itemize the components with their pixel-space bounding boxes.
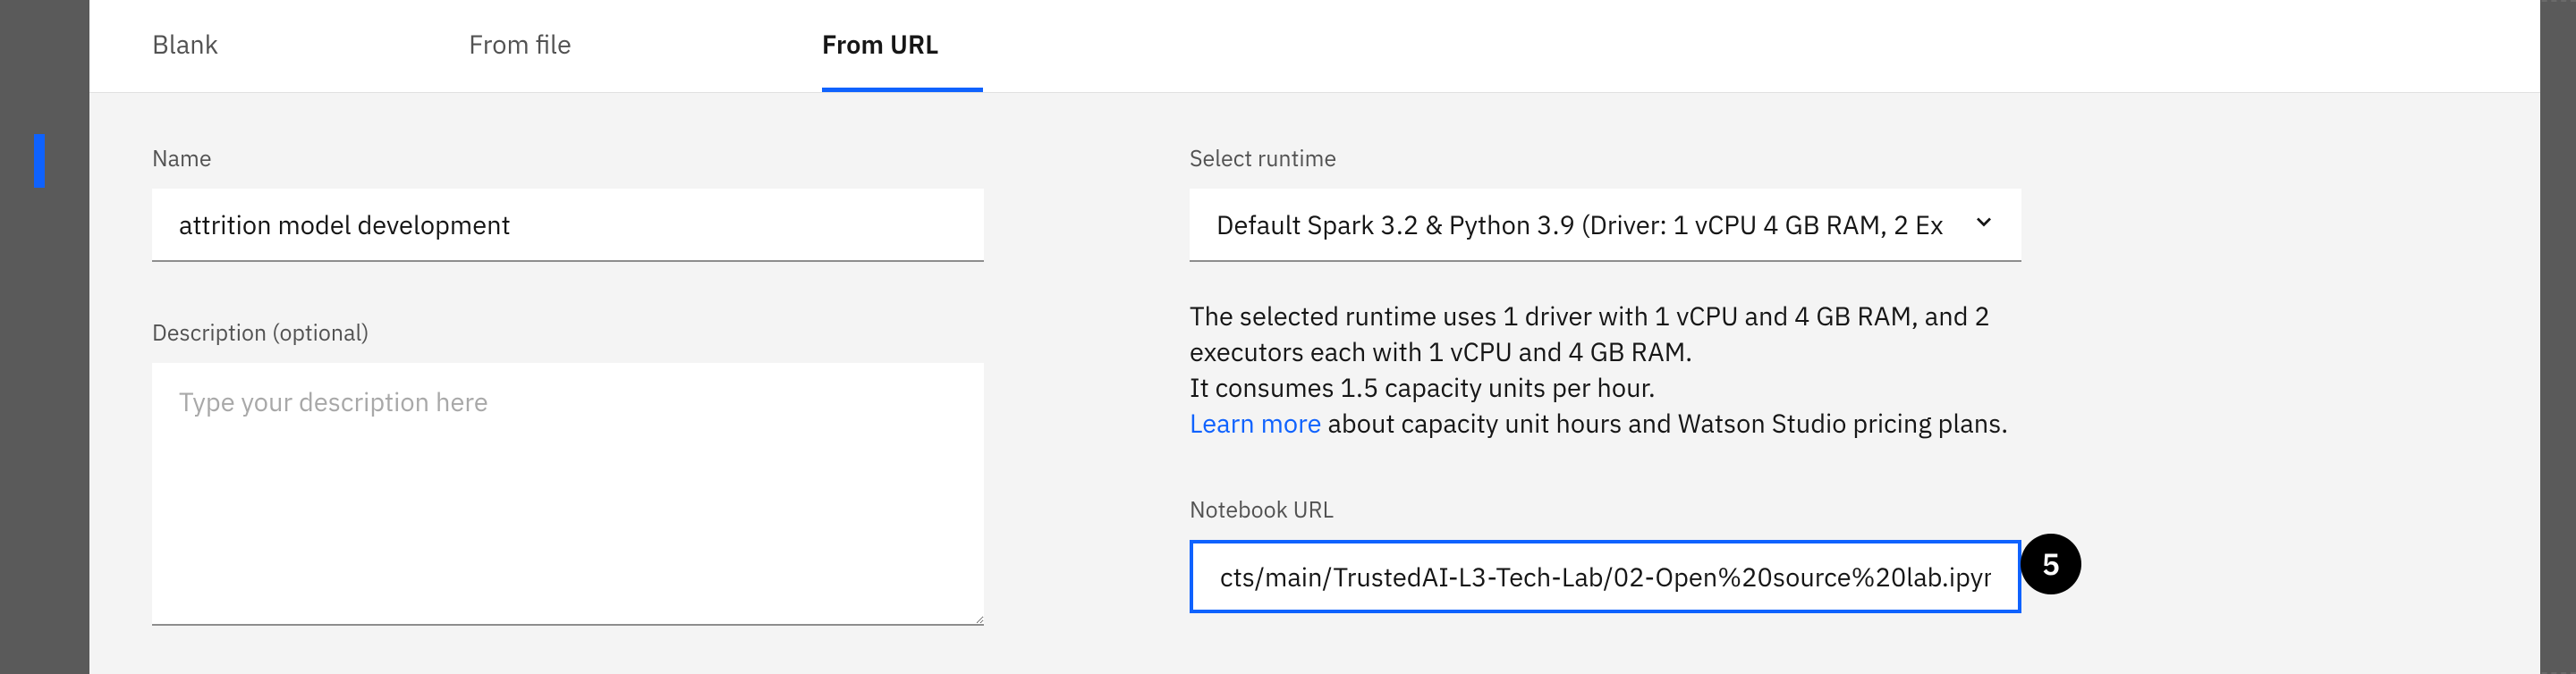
runtime-desc-line1: The selected runtime uses 1 driver with … [1190, 299, 1990, 368]
runtime-select-value: Default Spark 3.2 & Python 3.9 (Driver: … [1216, 207, 1944, 241]
tab-from-file[interactable]: From file [469, 0, 616, 92]
sidebar-active-indicator [34, 134, 45, 188]
right-column: Select runtime Default Spark 3.2 & Pytho… [1190, 143, 2021, 674]
form-body: Name Description (optional) Select runti… [89, 93, 2540, 674]
chevron-down-icon [1971, 207, 1996, 241]
tab-blank-label: Blank [152, 27, 218, 61]
source-tabs: Blank From file From URL [89, 0, 2540, 93]
left-column: Name Description (optional) [152, 143, 984, 674]
name-input[interactable] [152, 189, 984, 262]
notebook-url-input[interactable] [1190, 540, 2021, 613]
learn-more-rest: about capacity unit hours and Watson Stu… [1322, 406, 2009, 440]
learn-more-link[interactable]: Learn more [1190, 406, 1322, 440]
runtime-description: The selected runtime uses 1 driver with … [1190, 298, 2021, 441]
tab-from-file-label: From file [469, 27, 572, 61]
tab-from-url[interactable]: From URL [822, 0, 983, 92]
description-textarea[interactable] [152, 363, 984, 626]
new-notebook-modal: Blank From file From URL Name Descriptio… [89, 0, 2540, 674]
description-label: Description (optional) [152, 317, 984, 347]
runtime-desc-line2: It consumes 1.5 capacity units per hour. [1190, 370, 1656, 404]
notebook-url-group: Notebook URL 5 [1190, 494, 2021, 613]
notebook-url-label: Notebook URL [1190, 494, 2021, 524]
step-badge-5: 5 [2021, 534, 2081, 594]
tab-from-url-label: From URL [822, 27, 938, 61]
runtime-label: Select runtime [1190, 143, 2021, 173]
runtime-select[interactable]: Default Spark 3.2 & Python 3.9 (Driver: … [1190, 189, 2021, 262]
name-label: Name [152, 143, 984, 173]
tab-blank[interactable]: Blank [152, 0, 263, 92]
